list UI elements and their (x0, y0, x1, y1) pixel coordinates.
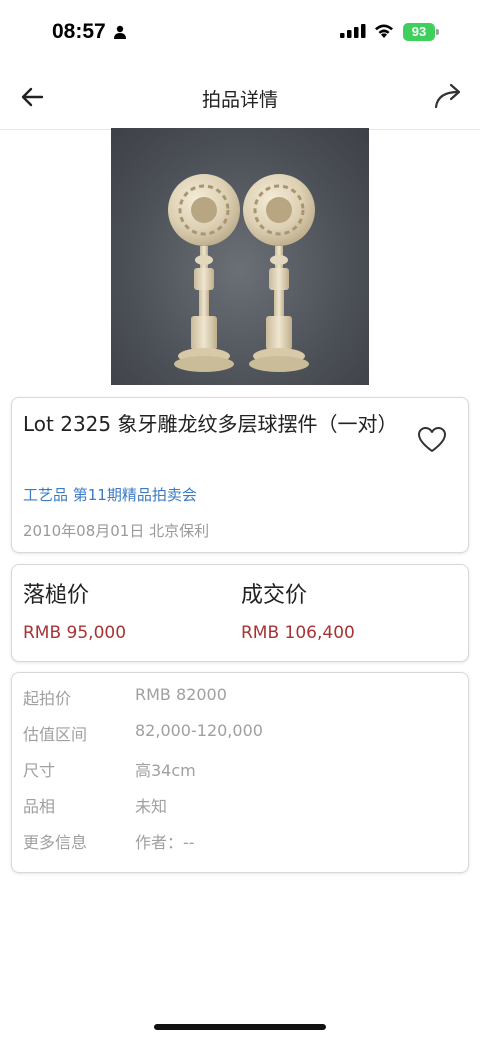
detail-key: 品相 (23, 797, 56, 816)
wifi-icon (375, 24, 393, 38)
hammer-price-value: RMB 95,000 (23, 623, 127, 643)
person-icon (114, 25, 126, 39)
hammer-price-block: 落槌价 RMB 95,000 (23, 577, 223, 643)
detail-key: 更多信息 (23, 833, 88, 852)
battery-tip (436, 29, 439, 35)
hammer-price-label: 落槌价 (23, 583, 90, 608)
share-icon[interactable] (434, 83, 464, 109)
deal-price-label: 成交价 (241, 583, 308, 608)
signal-icon (340, 24, 366, 38)
auction-date-house: 2010年08月01日 北京保利 (23, 522, 210, 540)
ivory-balls-illustration (168, 174, 315, 372)
nav-bar: 拍品详情 (0, 64, 480, 130)
battery-indicator: 93 (403, 23, 439, 41)
deal-price-value: RMB 106,400 (241, 623, 355, 643)
detail-value: 高34cm (135, 761, 196, 780)
detail-key: 估值区间 (23, 725, 88, 744)
right-ivory-piece (243, 174, 315, 372)
lot-title: Lot 2325 象牙雕龙纹多层球摆件（一对） (23, 412, 398, 436)
page-title: 拍品详情 (201, 89, 278, 111)
detail-value: 82,000-120,000 (135, 721, 263, 740)
status-bar: 08:57 93 (0, 0, 480, 64)
status-time: 08:57 (52, 20, 106, 43)
price-card: 落槌价 RMB 95,000 成交价 RMB 106,400 (11, 564, 469, 662)
battery-level: 93 (403, 23, 435, 41)
lot-info-card: Lot 2325 象牙雕龙纹多层球摆件（一对） 工艺品 第11期精品拍卖会 20… (11, 397, 469, 553)
category-link[interactable]: 工艺品 第11期精品拍卖会 (23, 484, 197, 505)
product-image[interactable] (111, 128, 369, 385)
details-card: 起拍价 RMB 82000 估值区间 82,000-120,000 尺寸 高34… (11, 672, 469, 873)
detail-value: RMB 82000 (135, 685, 227, 704)
heart-icon[interactable] (417, 426, 447, 454)
detail-key: 尺寸 (23, 761, 56, 780)
home-indicator[interactable] (154, 1024, 326, 1030)
detail-key: 起拍价 (23, 689, 72, 708)
deal-price-block: 成交价 RMB 106,400 (241, 577, 441, 643)
detail-value: 作者：-- (135, 833, 195, 852)
detail-value: 未知 (135, 797, 168, 816)
left-ivory-piece (168, 174, 240, 372)
